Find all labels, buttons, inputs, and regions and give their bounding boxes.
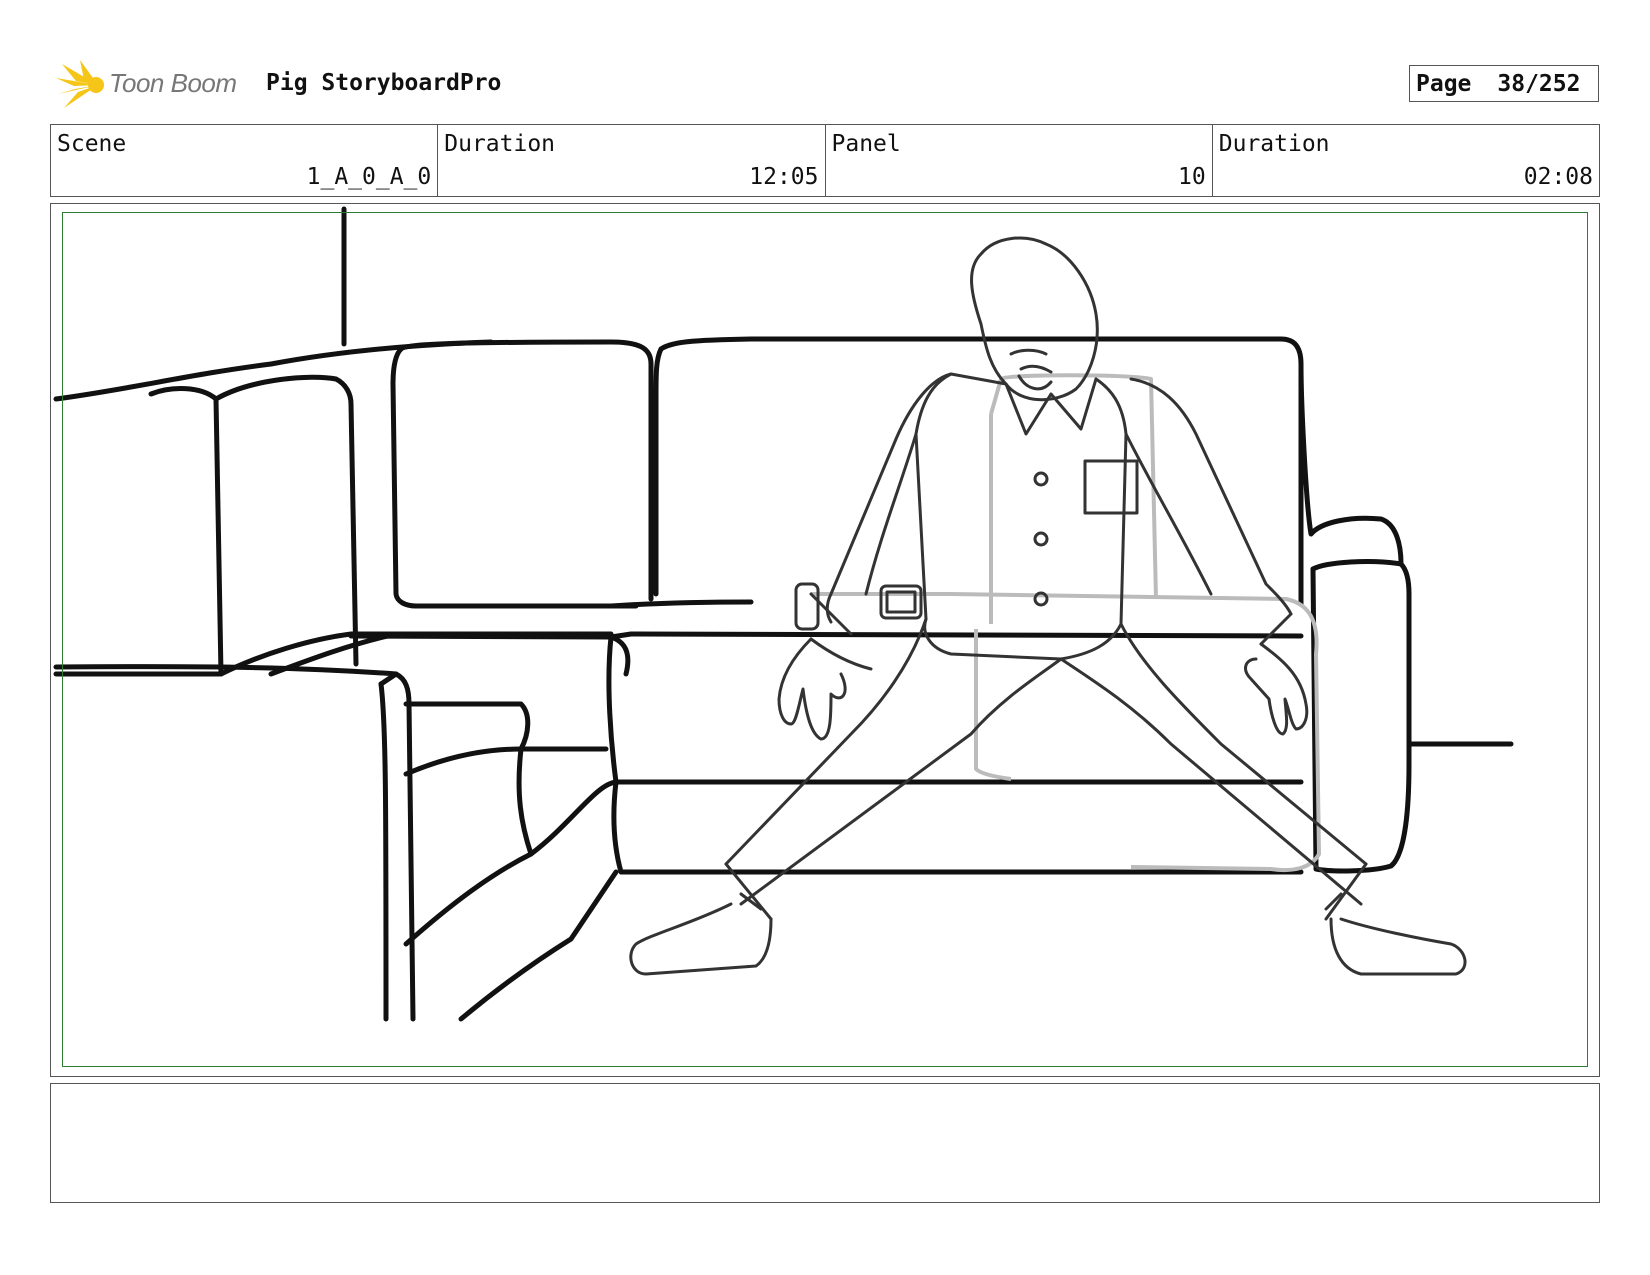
panel-duration-value: 02:08 [1523,164,1593,190]
toon-boom-logo: Toon Boom [54,58,254,112]
panel-value: 10 [1178,164,1206,190]
scene-cell: Scene 1_A_0_A_0 [51,125,439,196]
panel-cell: Panel 10 [826,125,1213,196]
page-value: 38/252 [1497,70,1581,97]
panel-duration-label: Duration [1218,131,1330,157]
project-title: Pig StoryboardPro [266,70,502,96]
page-indicator: Page 38/252 [1409,65,1599,102]
logo-text: Toon Boom [109,68,237,98]
scene-duration-value: 12:05 [749,164,819,190]
panel-duration-cell: Duration 02:08 [1213,125,1599,196]
panel-label: Panel [831,131,901,157]
panel-info-table: Scene 1_A_0_A_0 Duration 12:05 Panel 10 … [50,124,1600,197]
panel-notes-box [50,1083,1600,1203]
starburst-icon [56,60,104,108]
scene-duration-cell: Duration 12:05 [438,125,826,196]
scene-duration-label: Duration [444,131,556,157]
page-label: Page [1416,70,1472,97]
scene-value: 1_A_0_A_0 [306,164,432,190]
scene-label: Scene [57,131,127,157]
camera-safe-frame [62,212,1588,1067]
storyboard-panel [50,203,1600,1077]
